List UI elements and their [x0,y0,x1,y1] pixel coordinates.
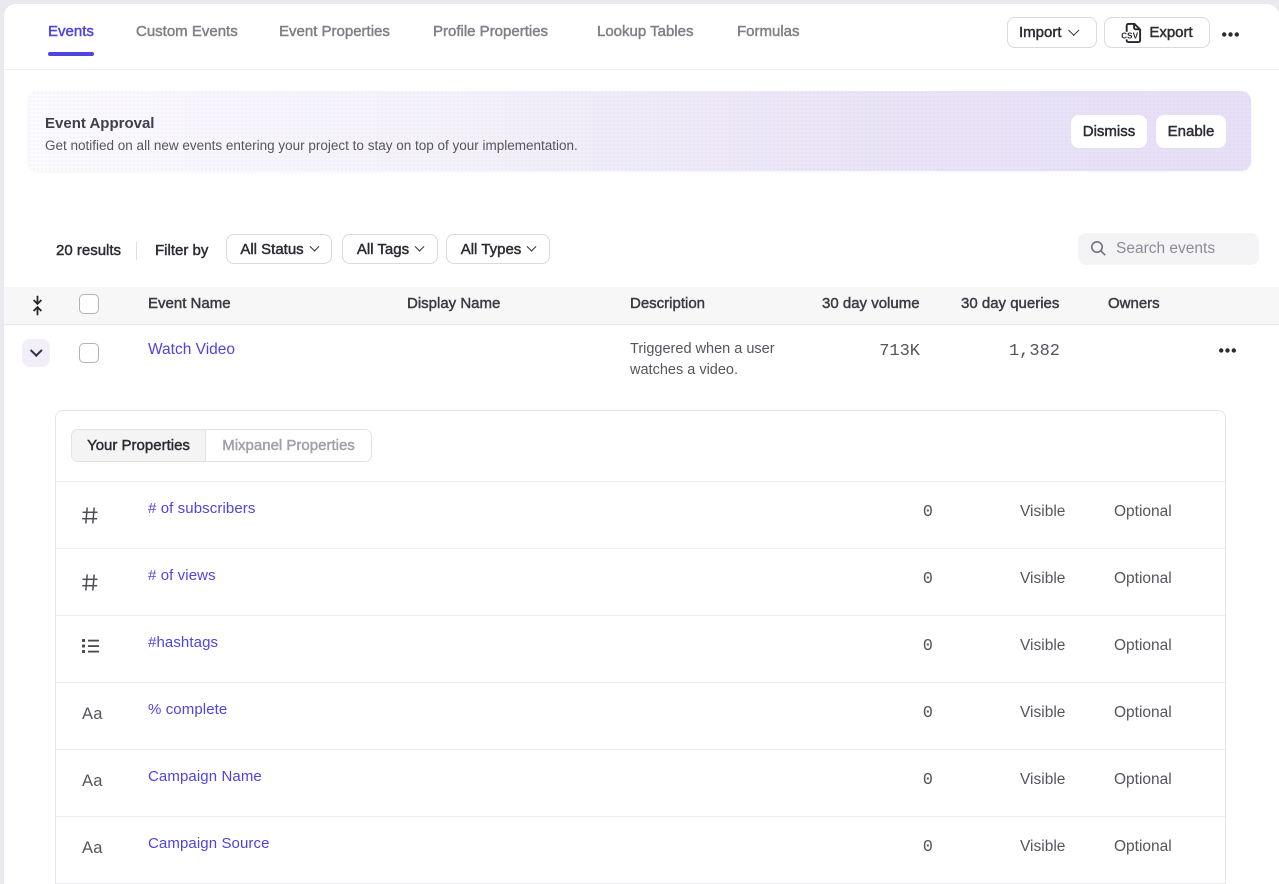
svg-text:CSV: CSV [1122,31,1140,40]
